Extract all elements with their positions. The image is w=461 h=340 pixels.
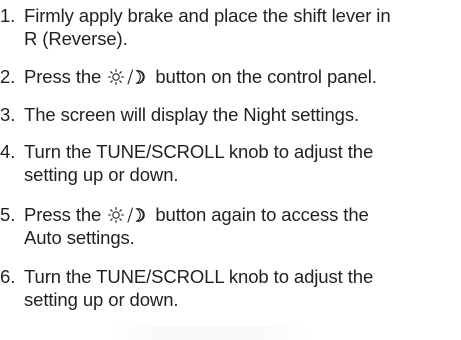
- step-line: Press the button again to access the: [24, 203, 461, 226]
- step-text: Press the: [24, 203, 461, 249]
- step-number: 1.: [0, 5, 16, 26]
- step-text: Turn the TUNE/SCROLL knob to adjust the …: [24, 140, 461, 186]
- step-line: The screen will display the Night settin…: [24, 104, 360, 125]
- step-line: Firmly apply brake and place the shift l…: [24, 5, 391, 26]
- step-line: setting up or down.: [24, 164, 179, 185]
- step-line: Turn the TUNE/SCROLL knob to adjust the: [24, 266, 374, 287]
- step-text-after-icon: button on the control panel.: [155, 66, 377, 87]
- step-text: Press the: [24, 65, 461, 88]
- step-text-before-icon: Press the: [24, 204, 102, 225]
- step-text: Firmly apply brake and place the shift l…: [24, 4, 461, 50]
- step-line: setting up or down.: [24, 289, 179, 310]
- step-line: R (Reverse).: [24, 28, 128, 49]
- step-text: Turn the TUNE/SCROLL knob to adjust the …: [24, 265, 461, 311]
- step-text-after-icon: button again to access the: [155, 204, 369, 225]
- step-line: Turn the TUNE/SCROLL knob to adjust the: [24, 141, 374, 162]
- step-number: 5.: [0, 204, 16, 225]
- page-edge-shadow: [110, 326, 310, 340]
- day-night-icon: [106, 68, 150, 86]
- step-number: 4.: [0, 141, 16, 162]
- step-number: 2.: [0, 66, 16, 87]
- step-text: The screen will display the Night settin…: [24, 103, 461, 126]
- step-number: 6.: [0, 266, 16, 287]
- day-night-icon: [106, 206, 150, 224]
- step-number: 3.: [0, 104, 16, 125]
- step-line: Auto settings.: [24, 227, 135, 248]
- step-text-before-icon: Press the: [24, 66, 102, 87]
